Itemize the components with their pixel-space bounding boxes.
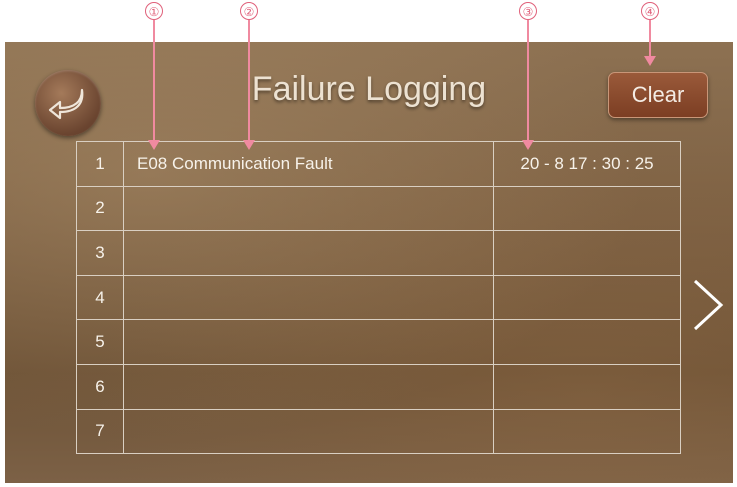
row-index: 1 xyxy=(76,141,124,187)
table-row[interactable]: 7 xyxy=(76,408,681,455)
chevron-right-icon xyxy=(693,279,724,331)
fault-timestamp xyxy=(493,185,681,232)
callout-4-arrow-head xyxy=(644,56,656,66)
fault-code-description xyxy=(123,274,494,321)
row-index: 7 xyxy=(76,408,124,455)
callout-1: ① xyxy=(145,2,163,20)
table-row[interactable]: 3 xyxy=(76,230,681,276)
row-index: 2 xyxy=(76,185,124,232)
callout-3-arrow-line xyxy=(527,20,529,142)
fault-timestamp xyxy=(493,274,681,321)
callout-4: ④ xyxy=(641,2,659,20)
row-index: 5 xyxy=(76,319,124,365)
table-row[interactable]: 6 xyxy=(76,363,681,410)
fault-timestamp xyxy=(493,363,681,410)
fault-code-description xyxy=(123,230,494,276)
callout-2-arrow-line xyxy=(248,20,250,142)
fault-code-description xyxy=(123,185,494,232)
next-page-button[interactable] xyxy=(689,277,725,333)
fault-timestamp xyxy=(493,319,681,365)
callout-2-arrow-head xyxy=(243,140,255,150)
fault-timestamp xyxy=(493,408,681,455)
fault-code-description xyxy=(123,408,494,455)
table-row[interactable]: 4 xyxy=(76,274,681,321)
clear-button[interactable]: Clear xyxy=(608,72,708,118)
callout-3: ③ xyxy=(519,2,537,20)
failure-logging-screen: Failure Logging Clear 1 E08 Communicatio… xyxy=(5,42,733,483)
callout-4-arrow-line xyxy=(649,20,651,56)
row-index: 6 xyxy=(76,363,124,410)
callout-1-arrow-head xyxy=(148,140,160,150)
callout-1-arrow-line xyxy=(153,20,155,142)
failure-log-table: 1 E08 Communication Fault 20 - 8 17 : 30… xyxy=(76,141,681,455)
fault-code-description xyxy=(123,319,494,365)
fault-timestamp xyxy=(493,230,681,276)
callout-2: ② xyxy=(240,2,258,20)
table-row[interactable]: 1 E08 Communication Fault 20 - 8 17 : 30… xyxy=(76,141,681,187)
row-index: 3 xyxy=(76,230,124,276)
table-row[interactable]: 2 xyxy=(76,185,681,232)
fault-code-description: E08 Communication Fault xyxy=(123,141,494,187)
row-index: 4 xyxy=(76,274,124,321)
table-row[interactable]: 5 xyxy=(76,319,681,365)
fault-code-description xyxy=(123,363,494,410)
callout-3-arrow-head xyxy=(522,140,534,150)
